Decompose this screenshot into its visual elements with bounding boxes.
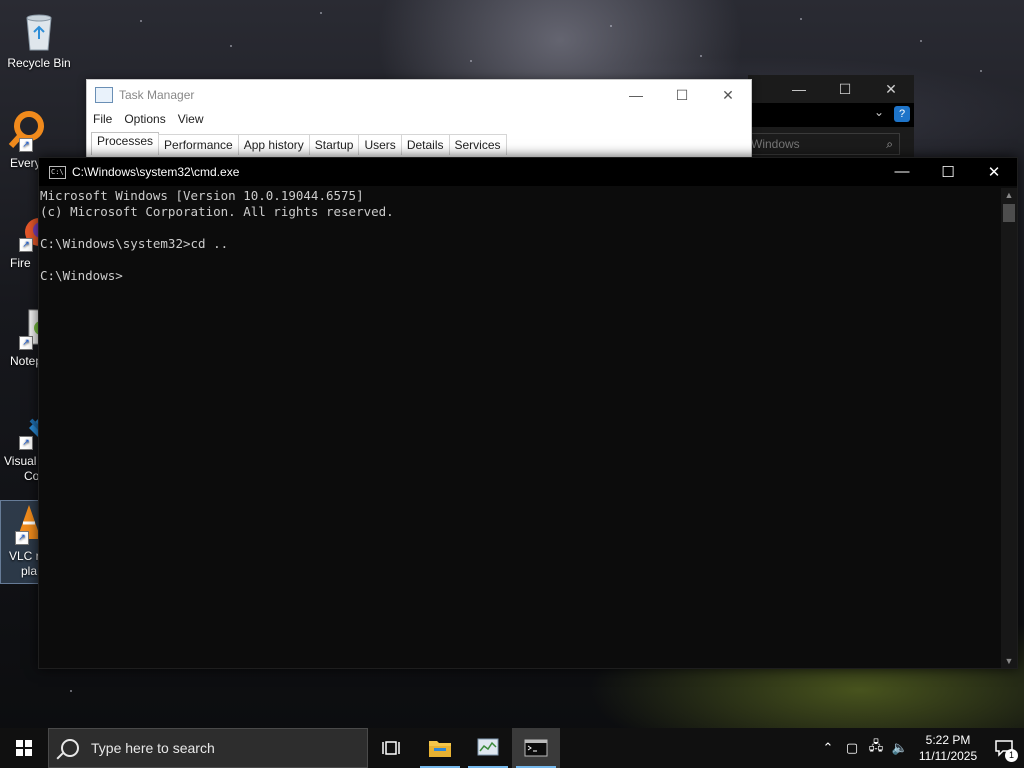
- maximize-button[interactable]: ☐: [659, 87, 705, 104]
- start-button[interactable]: [0, 728, 48, 768]
- file-explorer-icon: [429, 741, 451, 757]
- maximize-button[interactable]: ☐: [822, 75, 868, 103]
- tab-app-history[interactable]: App history: [237, 134, 310, 155]
- taskbar-clock[interactable]: 5:22 PM 11/11/2025: [912, 732, 984, 764]
- system-tray: ⌃ ▢ 🖧 🔈 5:22 PM 11/11/2025 1: [816, 728, 1024, 768]
- tab-users[interactable]: Users: [358, 134, 402, 155]
- vlc-icon: ↗: [1, 501, 39, 545]
- task-manager-icon: [95, 87, 113, 103]
- taskbar: Type here to search ⌃ ▢ 🖧 🔈 5:22 PM 11/1…: [0, 728, 1024, 768]
- clock-time: 5:22 PM: [925, 733, 971, 747]
- desktop-icon-recycle-bin[interactable]: Recycle Bin: [2, 8, 76, 71]
- vertical-scrollbar[interactable]: ▲ ▼: [1001, 188, 1017, 668]
- menu-options[interactable]: Options: [124, 110, 165, 130]
- task-view-icon: [382, 741, 400, 755]
- taskbar-file-explorer[interactable]: [416, 728, 464, 768]
- task-manager-window[interactable]: Task Manager — ☐ ✕ File Options View Pro…: [86, 79, 752, 159]
- everything-search-icon: ↗: [3, 108, 47, 152]
- window-toolbar: ⌄ ?: [748, 103, 914, 127]
- tray-app-icon[interactable]: ▢: [840, 740, 864, 756]
- command-prompt-window[interactable]: C:\ C:\Windows\system32\cmd.exe — ☐ ✕ Mi…: [38, 157, 1018, 669]
- task-manager-menubar: File Options View: [87, 110, 751, 130]
- action-center-button[interactable]: 1: [984, 728, 1024, 768]
- close-button[interactable]: ✕: [971, 163, 1017, 181]
- show-hidden-icons-chevron-up-icon[interactable]: ⌃: [816, 740, 840, 756]
- console-output[interactable]: Microsoft Windows [Version 10.0.19044.65…: [39, 188, 1000, 668]
- shortcut-arrow-icon: ↗: [19, 336, 33, 350]
- recycle-bin-icon: [17, 8, 61, 52]
- tab-performance[interactable]: Performance: [158, 134, 239, 155]
- desktop-icon-label: Recycle Bin: [7, 56, 71, 70]
- task-manager-title: Task Manager: [119, 88, 195, 102]
- search-icon: ⌕: [886, 137, 893, 151]
- console-prompt-line: C:\Windows>: [40, 268, 123, 283]
- search-field[interactable]: Windows ⌕: [748, 133, 900, 155]
- shortcut-arrow-icon: ↗: [19, 238, 33, 252]
- close-button[interactable]: ✕: [705, 87, 751, 104]
- search-icon: [61, 739, 79, 757]
- notification-count-badge: 1: [1005, 749, 1018, 762]
- help-icon[interactable]: ?: [894, 106, 910, 122]
- volume-muted-icon[interactable]: 🔈: [888, 740, 912, 756]
- minimize-button[interactable]: —: [613, 87, 659, 104]
- console-line: C:\Windows\system32>cd ..: [40, 236, 229, 251]
- task-manager-titlebar[interactable]: Task Manager — ☐ ✕: [87, 80, 751, 110]
- taskbar-task-manager[interactable]: [464, 728, 512, 768]
- task-view-button[interactable]: [368, 728, 416, 768]
- taskbar-search-placeholder: Type here to search: [91, 740, 215, 756]
- taskbar-command-prompt[interactable]: [512, 728, 560, 768]
- network-disconnected-icon[interactable]: 🖧: [864, 737, 888, 759]
- menu-view[interactable]: View: [178, 110, 204, 130]
- background-window[interactable]: — ☐ ✕ ⌄ ? Windows ⌕: [748, 75, 914, 157]
- close-button[interactable]: ✕: [868, 75, 914, 103]
- scroll-down-icon[interactable]: ▼: [1001, 654, 1017, 668]
- desktop-icon-label: VLC r: [9, 549, 40, 563]
- command-prompt-titlebar[interactable]: C:\ C:\Windows\system32\cmd.exe — ☐ ✕: [39, 158, 1017, 186]
- command-prompt-icon: [524, 739, 548, 757]
- minimize-button[interactable]: —: [879, 163, 925, 181]
- clock-date: 11/11/2025: [918, 749, 978, 763]
- console-line: (c) Microsoft Corporation. All rights re…: [40, 204, 394, 219]
- search-field-text: Windows: [751, 137, 800, 151]
- tab-processes[interactable]: Processes: [91, 132, 160, 155]
- desktop-icon-vlc[interactable]: ↗ VLC r pla: [0, 500, 40, 584]
- task-manager-tabs: Processes Performance App history Startu…: [87, 132, 751, 155]
- task-manager-icon: [477, 738, 499, 756]
- command-prompt-title: C:\Windows\system32\cmd.exe: [72, 165, 240, 179]
- scroll-up-icon[interactable]: ▲: [1001, 188, 1017, 202]
- shortcut-arrow-icon: ↗: [19, 436, 33, 450]
- tab-services[interactable]: Services: [448, 134, 507, 155]
- maximize-button[interactable]: ☐: [925, 163, 971, 181]
- menu-file[interactable]: File: [93, 110, 112, 130]
- shortcut-arrow-icon: ↗: [19, 138, 33, 152]
- desktop-icon-label-line2: pla: [21, 564, 38, 578]
- command-prompt-icon: C:\: [49, 165, 66, 179]
- windows-logo-icon: [16, 740, 32, 756]
- console-line: Microsoft Windows [Version 10.0.19044.65…: [40, 188, 364, 203]
- shortcut-arrow-icon: ↗: [15, 531, 29, 545]
- taskbar-search-box[interactable]: Type here to search: [48, 728, 368, 768]
- chevron-down-icon[interactable]: ⌄: [874, 105, 884, 119]
- tab-details[interactable]: Details: [400, 134, 450, 155]
- minimize-button[interactable]: —: [776, 75, 822, 103]
- tab-startup[interactable]: Startup: [308, 134, 360, 155]
- scrollbar-thumb[interactable]: [1003, 204, 1015, 222]
